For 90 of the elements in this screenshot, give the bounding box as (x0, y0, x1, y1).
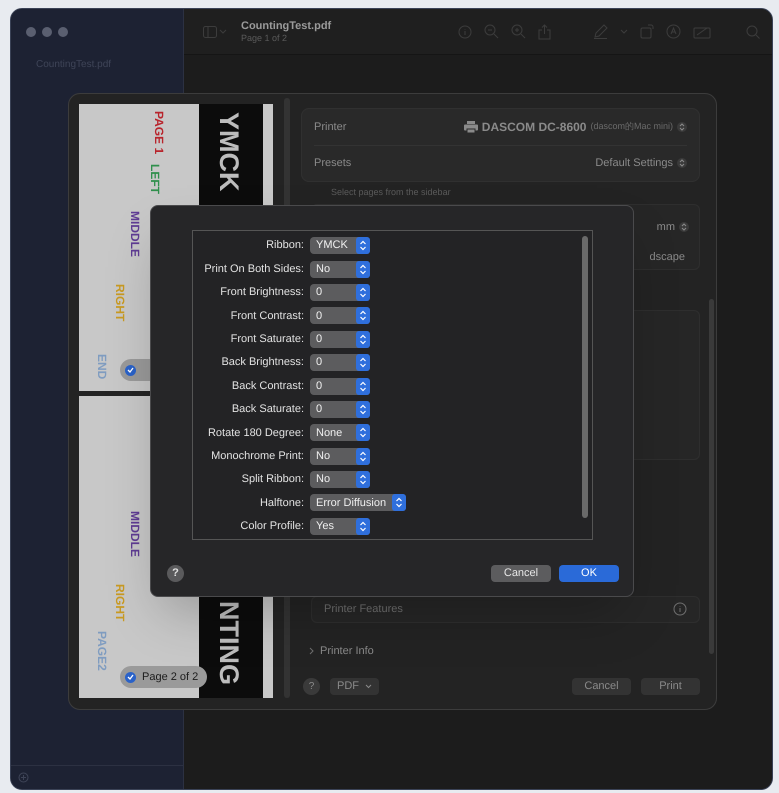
share-icon[interactable] (538, 24, 551, 40)
stepper-icon (356, 400, 370, 418)
chevron-down-icon (365, 684, 372, 689)
option-label: Halftone: (258, 496, 304, 511)
scrollbar-thumb[interactable] (709, 299, 714, 654)
stepper-icon (356, 284, 370, 301)
help-button[interactable]: ? (167, 565, 184, 582)
search-icon[interactable] (746, 24, 760, 38)
option-label: Color Profile: (239, 519, 304, 534)
option-popup[interactable]: 0 (310, 284, 370, 301)
stepper-icon (356, 518, 370, 535)
stepper-icon (356, 424, 370, 442)
stepper-icon (356, 471, 370, 488)
stepper-icon (356, 330, 370, 348)
option-label: Back Brightness: (220, 355, 304, 370)
option-label: Rotate 180 Degree: (206, 426, 304, 441)
orientation-option[interactable]: dscape (650, 249, 685, 266)
option-popup[interactable]: 0 (310, 307, 370, 324)
page-label: PAGE 1 (153, 111, 165, 154)
stepper-icon (677, 157, 687, 170)
chevron-down-icon[interactable] (620, 28, 628, 34)
info-icon[interactable] (673, 602, 687, 616)
printer-icon (464, 120, 478, 133)
printer-label: Printer (314, 120, 346, 134)
option-popup[interactable]: No (310, 471, 370, 488)
option-popup[interactable]: 0 (310, 330, 370, 348)
stepper-icon (356, 378, 370, 395)
option-label: Front Brightness: (219, 285, 304, 300)
paper-size-value[interactable]: mm (656, 218, 675, 235)
option-popup[interactable]: No (310, 448, 370, 465)
help-button[interactable]: ? (303, 678, 320, 695)
pen-icon[interactable] (593, 24, 608, 39)
stepper-icon (679, 220, 689, 233)
print-button[interactable]: Print (641, 678, 700, 695)
option-popup[interactable]: Yes (310, 518, 370, 535)
option-label: Back Contrast: (230, 378, 304, 394)
stepper-icon (356, 260, 370, 278)
cancel-button[interactable]: Cancel (491, 565, 551, 582)
add-icon[interactable] (18, 772, 29, 783)
option-popup[interactable]: YMCK (310, 237, 370, 254)
printer-popup[interactable]: DASCOM DC-8600 (dascom的Mac mini) (464, 118, 687, 136)
option-label: Back Saturate: (230, 402, 304, 418)
stepper-icon (356, 307, 370, 324)
page-label: RIGHT (114, 584, 126, 622)
page-label: END (96, 354, 108, 380)
rotate-icon[interactable] (640, 24, 654, 39)
stepper-icon (392, 494, 406, 512)
checkbox-icon[interactable] (125, 364, 136, 376)
option-label: Monochrome Print: (210, 448, 304, 464)
stepper-icon (356, 448, 370, 465)
sidebar-toggle-icon[interactable] (203, 26, 227, 38)
stepper-icon (356, 354, 370, 372)
page-number-label: Page 2 of 2 (142, 670, 198, 685)
form-icon[interactable] (693, 24, 712, 38)
page-label: RIGHT (114, 284, 126, 322)
zoom-out-icon[interactable] (484, 24, 499, 39)
option-label: Print On Both Sides: (203, 262, 304, 277)
info-icon[interactable] (458, 24, 472, 38)
printer-info-disclosure[interactable]: Printer Info (309, 642, 374, 659)
chevron-right-icon (309, 646, 314, 655)
presets-popup[interactable]: Default Settings (595, 155, 687, 172)
page-indicator: Page 1 of 2 (241, 32, 288, 44)
zoom-in-icon[interactable] (511, 24, 526, 39)
option-label: Split Ribbon: (240, 472, 304, 488)
banner-text: NTING (215, 601, 242, 685)
option-label: Front Saturate: (230, 332, 304, 347)
option-popup[interactable]: 0 (310, 354, 370, 372)
cancel-button[interactable]: Cancel (572, 678, 631, 695)
markup-icon[interactable] (666, 24, 681, 39)
option-popup[interactable]: No (310, 260, 370, 278)
checkbox-icon[interactable] (125, 672, 136, 682)
page-label: MIDDLE (129, 511, 141, 557)
page-label: MIDDLE (129, 211, 141, 257)
stepper-icon (677, 120, 687, 133)
stepper-icon (356, 237, 370, 254)
page-selection-badge[interactable]: Page 2 of 2 (120, 666, 208, 688)
banner-text: YMCK (215, 112, 242, 192)
document-title: CountingTest.pdf (241, 20, 332, 32)
ok-button[interactable]: OK (559, 565, 619, 582)
page-label: LEFT (149, 164, 161, 194)
pdf-menu-button[interactable]: PDF (330, 678, 379, 695)
presets-label: Presets (314, 156, 352, 171)
option-popup[interactable]: None (310, 424, 370, 442)
option-label: Front Contrast: (230, 308, 304, 324)
option-popup[interactable]: 0 (310, 378, 370, 395)
page-label: PAGE2 (96, 631, 108, 671)
scrollbar-thumb[interactable] (582, 236, 588, 518)
option-popup[interactable]: Error Diffusion (310, 494, 406, 512)
option-label: Ribbon: (265, 238, 304, 254)
option-popup[interactable]: 0 (310, 400, 370, 418)
